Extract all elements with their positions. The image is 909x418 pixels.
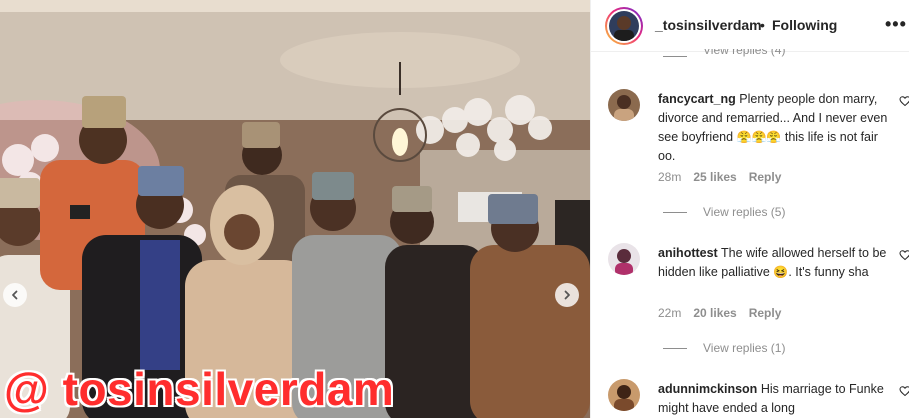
view-replies-link[interactable]: View replies (1)	[663, 341, 785, 355]
commenter-avatar[interactable]	[608, 243, 640, 275]
chevron-left-icon	[12, 290, 18, 300]
emoji-laughing: 😆	[773, 265, 789, 279]
commenter-username[interactable]: adunnimckinson	[658, 382, 757, 396]
comment-likes[interactable]: 25 likes	[693, 170, 736, 184]
carousel-prev-button[interactable]	[3, 283, 27, 307]
reply-button[interactable]: Reply	[749, 306, 782, 320]
comment-time: 28m	[658, 170, 682, 184]
like-heart-icon[interactable]	[899, 385, 909, 397]
chevron-right-icon	[564, 290, 570, 300]
post-photo	[0, 0, 590, 418]
following-button[interactable]: Following	[772, 17, 837, 33]
more-options-icon[interactable]: •••	[885, 14, 907, 35]
commenter-avatar-image	[608, 243, 640, 275]
commenter-username[interactable]: anihottest	[658, 246, 718, 260]
post-media[interactable]: @ tosinsilverdam	[0, 0, 590, 418]
header-separator: •	[760, 17, 765, 33]
view-replies-link[interactable]: View replies (4)	[663, 49, 785, 63]
view-replies-link[interactable]: View replies (5)	[663, 205, 785, 219]
view-replies-label: View replies (5)	[703, 205, 786, 219]
view-replies-label: View replies (1)	[703, 341, 786, 355]
comment-meta: 28m 25 likes Reply	[658, 170, 781, 184]
like-heart-icon[interactable]	[899, 95, 909, 107]
commenter-avatar-image	[608, 379, 640, 411]
reply-button[interactable]: Reply	[749, 170, 782, 184]
author-username[interactable]: _tosinsilverdam	[655, 17, 762, 33]
author-avatar-image	[609, 11, 639, 41]
watermark-text: @ tosinsilverdam	[4, 363, 395, 415]
author-avatar[interactable]	[605, 7, 643, 45]
like-heart-icon[interactable]	[899, 249, 909, 261]
comment-text: fancycart_ng Plenty people don marry, di…	[658, 90, 890, 166]
emoji-confounded: 😤😤😤	[736, 130, 782, 144]
comment-likes[interactable]: 20 likes	[693, 306, 736, 320]
comment-text: adunnimckinson His marriage to Funke mig…	[658, 380, 890, 418]
comment-body-continued: . It's funny sha	[788, 265, 869, 279]
post-header: _tosinsilverdam • Following •••	[591, 0, 909, 52]
comment-text: anihottest The wife allowed herself to b…	[658, 244, 890, 282]
commenter-avatar-image	[608, 89, 640, 121]
commenter-avatar[interactable]	[608, 379, 640, 411]
comment-time: 22m	[658, 306, 682, 320]
commenter-username[interactable]: fancycart_ng	[658, 92, 736, 106]
view-replies-label: View replies (4)	[703, 49, 786, 57]
comments-panel: _tosinsilverdam • Following ••• View rep…	[590, 0, 909, 418]
carousel-next-button[interactable]	[555, 283, 579, 307]
commenter-avatar[interactable]	[608, 89, 640, 121]
comment-meta: 22m 20 likes Reply	[658, 306, 781, 320]
